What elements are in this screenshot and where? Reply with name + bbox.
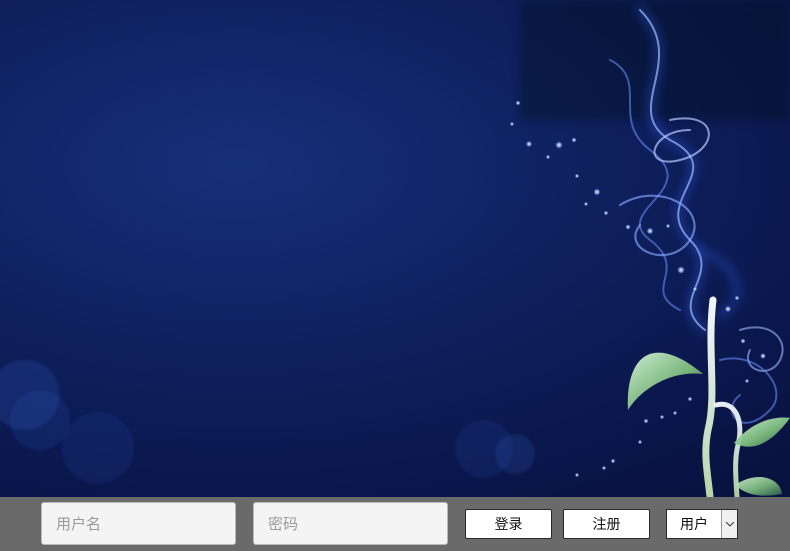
smoke-swirl [739, 326, 784, 372]
smoke-swirl [653, 117, 710, 163]
smoke-swirl [609, 59, 681, 311]
sparkles [509, 100, 766, 478]
plant-leaf [627, 352, 703, 410]
smoke-swirl [695, 245, 743, 320]
bokeh-circle [10, 390, 70, 450]
plant-stem [702, 296, 717, 497]
smoke-swirl [618, 194, 696, 257]
login-page: 登录 注册 用户 [0, 0, 790, 551]
bokeh-circle [495, 434, 535, 474]
plant-leaf [734, 417, 790, 447]
username-input[interactable] [41, 502, 236, 545]
login-bar: 登录 注册 用户 [0, 497, 790, 551]
plant-leaf [735, 477, 782, 496]
password-input[interactable] [253, 502, 448, 545]
login-button[interactable]: 登录 [465, 509, 552, 539]
smoke-swirl [639, 9, 706, 331]
bokeh-circle [62, 412, 134, 484]
plant-stem [713, 401, 743, 497]
smoke-swirl [719, 357, 778, 424]
role-select[interactable]: 用户 [666, 509, 738, 539]
role-select-value: 用户 [680, 517, 708, 533]
register-button[interactable]: 注册 [563, 509, 650, 539]
chevron-down-icon [721, 510, 737, 538]
smoke-swirl [635, 5, 710, 335]
